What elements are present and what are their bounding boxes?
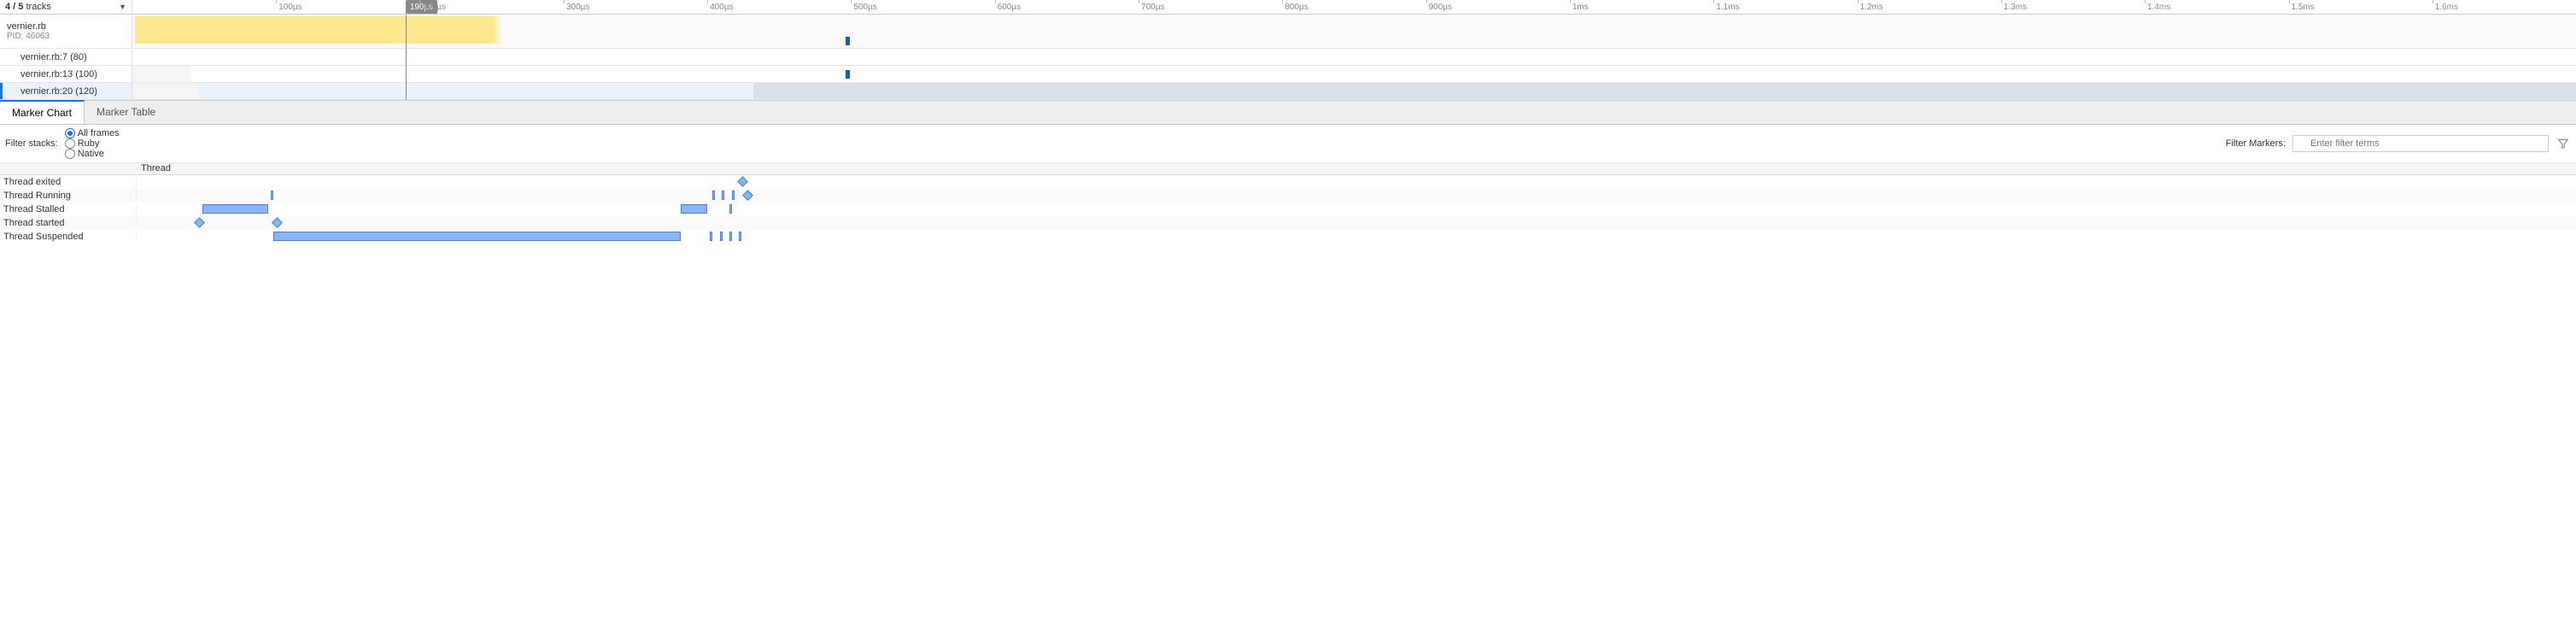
thread-track-body[interactable] <box>132 49 2576 65</box>
marker-row-label: Thread Stalled <box>0 204 137 214</box>
marker-tick[interactable] <box>729 232 732 241</box>
filter-markers-label: Filter Markers: <box>2226 138 2286 149</box>
ruler-tick: 100µs <box>276 0 302 14</box>
ruler-tick: 900µs <box>1426 0 1452 14</box>
marker-diamond[interactable] <box>738 176 749 187</box>
ruler-tick: 1.2ms <box>1858 0 1883 14</box>
process-track-body[interactable] <box>132 15 2576 48</box>
marker-row-body[interactable] <box>137 230 2576 244</box>
ruler-tick: 1ms <box>1570 0 1589 14</box>
thread-marker[interactable] <box>846 70 850 79</box>
marker-tick[interactable] <box>712 191 715 200</box>
marker-row-body[interactable] <box>137 216 2576 230</box>
marker-row: Thread Suspended <box>0 230 2576 244</box>
thread-track-label: vernier.rb:13 (100) <box>0 66 132 82</box>
ruler-tick: 300µs <box>564 0 589 14</box>
marker-diamond[interactable] <box>742 190 753 201</box>
filter-stacks-option-native[interactable]: Native <box>65 149 120 159</box>
timeline-ruler[interactable]: 190µs 100µs200µs300µs400µs500µs600µs700µ… <box>132 0 2576 14</box>
marker-tick[interactable] <box>732 191 735 200</box>
marker-bar[interactable] <box>202 204 268 214</box>
marker-diamond[interactable] <box>194 217 205 228</box>
marker-row: Thread exited <box>0 175 2576 189</box>
ruler-tick: 1.3ms <box>2001 0 2027 14</box>
track-area: vernier.rb PID: 46063 vernier.rb:7 (80)v… <box>0 15 2576 100</box>
thread-track-label: vernier.rb:20 (120) <box>0 83 132 99</box>
filter-markers-input[interactable] <box>2292 135 2549 152</box>
marker-row-label: Thread Suspended <box>0 232 137 242</box>
marker-tick[interactable] <box>739 232 741 241</box>
process-marker[interactable] <box>846 37 850 45</box>
marker-row-label: Thread Running <box>0 191 137 201</box>
marker-row: Thread started <box>0 216 2576 230</box>
filter-bar: Filter stacks: All frames Ruby Native Fi… <box>0 125 2576 163</box>
marker-row-label: Thread started <box>0 218 137 228</box>
tab-marker-table[interactable]: Marker Table <box>85 101 167 124</box>
thread-track-row[interactable]: vernier.rb:13 (100) <box>0 66 2576 83</box>
thread-track-row[interactable]: vernier.rb:7 (80) <box>0 49 2576 66</box>
marker-row: Thread Stalled <box>0 203 2576 216</box>
marker-tick[interactable] <box>271 191 273 200</box>
radio-icon <box>65 138 75 149</box>
ruler-tick: 600µs <box>995 0 1021 14</box>
thread-track-label: vernier.rb:7 (80) <box>0 49 132 65</box>
ruler-tick: 1.6ms <box>2433 0 2458 14</box>
filter-stacks-option-ruby[interactable]: Ruby <box>65 138 120 149</box>
radio-label: Native <box>78 149 104 159</box>
marker-tick[interactable] <box>720 232 723 241</box>
filter-stacks-label: Filter stacks: <box>5 138 58 149</box>
marker-chart: Thread exited Thread Running Thread Stalle… <box>0 175 2576 244</box>
radio-icon <box>65 128 75 138</box>
ruler-tick: 200µs <box>419 0 445 14</box>
marker-tick[interactable] <box>710 232 712 241</box>
ruler-tick: 1.4ms <box>2145 0 2170 14</box>
marker-bar[interactable] <box>273 232 681 241</box>
marker-group-label: Thread <box>0 163 171 174</box>
radio-icon <box>65 149 75 159</box>
filter-stacks-option-all-frames[interactable]: All frames <box>65 128 120 138</box>
marker-row-body[interactable] <box>137 175 2576 189</box>
filter-funnel-button[interactable] <box>2556 136 2571 151</box>
ruler-tick: 1.1ms <box>1713 0 1739 14</box>
ruler-tick: 400µs <box>707 0 733 14</box>
radio-label: Ruby <box>78 138 100 149</box>
marker-row-body[interactable] <box>137 203 2576 216</box>
marker-tick[interactable] <box>729 204 732 214</box>
chevron-down-icon: ▼ <box>119 3 126 11</box>
tracks-count-label: 4 / 5 tracks <box>5 2 51 12</box>
marker-row-label: Thread exited <box>0 177 137 187</box>
radio-label: All frames <box>78 128 120 138</box>
thread-track-body[interactable] <box>132 83 2576 99</box>
timeline-cursor-line <box>406 15 407 100</box>
marker-diamond[interactable] <box>272 217 283 228</box>
tracks-selector[interactable]: 4 / 5 tracks ▼ <box>0 0 132 14</box>
process-track-row[interactable]: vernier.rb PID: 46063 <box>0 15 2576 49</box>
ruler-tick: 1.5ms <box>2289 0 2315 14</box>
marker-row-body[interactable] <box>137 189 2576 203</box>
thread-track-body[interactable] <box>132 66 2576 82</box>
panel-tab-bar: Marker ChartMarker Table <box>0 100 2576 125</box>
tab-marker-chart[interactable]: Marker Chart <box>0 100 85 124</box>
thread-track-row[interactable]: vernier.rb:20 (120) <box>0 83 2576 100</box>
ruler-tick: 700µs <box>1139 0 1164 14</box>
activity-block[interactable] <box>135 16 495 44</box>
ruler-tick: 800µs <box>1282 0 1308 14</box>
process-track-label: vernier.rb PID: 46063 <box>0 15 132 48</box>
marker-tick[interactable] <box>722 191 724 200</box>
marker-group-header-row: Thread <box>0 163 2576 175</box>
marker-row: Thread Running <box>0 189 2576 203</box>
timeline-header: 4 / 5 tracks ▼ 190µs 100µs200µs300µs400µ… <box>0 0 2576 15</box>
ruler-tick: 500µs <box>851 0 876 14</box>
marker-bar[interactable] <box>681 204 707 214</box>
